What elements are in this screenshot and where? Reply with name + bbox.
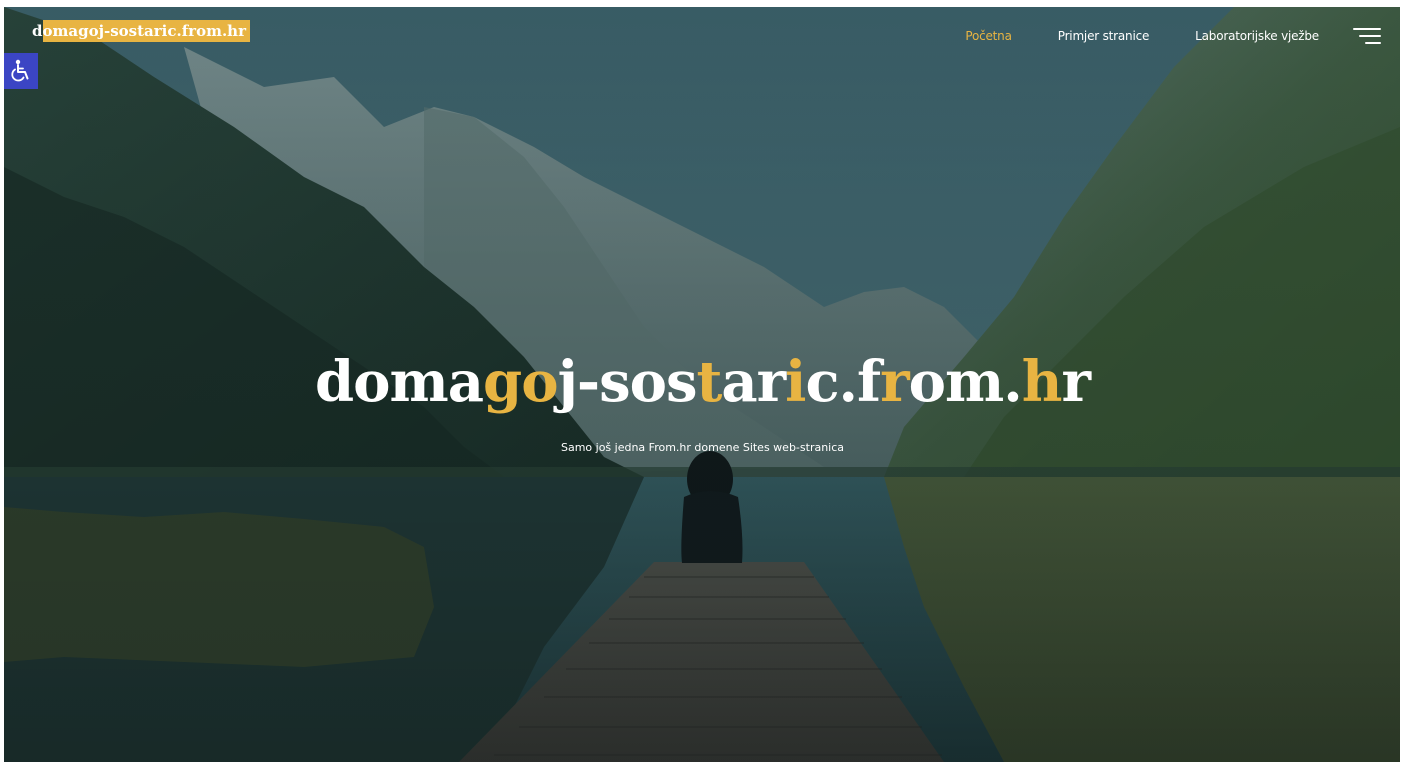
hero-title-part: ar bbox=[721, 349, 786, 415]
hero-title-part: -sos bbox=[576, 349, 698, 415]
hero-title-part: om. bbox=[908, 349, 1023, 415]
nav-item-laboratorijske-vjezbe[interactable]: Laboratorijske vježbe bbox=[1195, 29, 1319, 43]
nav-item-primjer-stranice[interactable]: Primjer stranice bbox=[1058, 29, 1150, 43]
nav-item-pocetna[interactable]: Početna bbox=[965, 29, 1012, 43]
menu-line-middle bbox=[1359, 35, 1381, 37]
hero-title-part-highlight: i bbox=[785, 349, 806, 415]
hero-title-part: j bbox=[557, 349, 578, 415]
hero-title-part: r bbox=[1061, 349, 1090, 415]
wheelchair-icon bbox=[11, 59, 29, 82]
page: domagoj-sostaric.from.hr Početna Primjer… bbox=[0, 0, 1405, 762]
menu-line-top bbox=[1353, 28, 1381, 30]
hamburger-menu-icon[interactable] bbox=[1353, 26, 1381, 46]
hero-title: domagoj-sostaric.from.hr bbox=[0, 342, 1405, 422]
hero-title-part-highlight: t bbox=[696, 349, 722, 415]
site-logo-link[interactable]: domagoj-sostaric.from.hr bbox=[28, 20, 250, 42]
hero-title-part-highlight: go bbox=[483, 349, 559, 415]
hero-title-part-highlight: h bbox=[1021, 349, 1063, 415]
main-navigation: Početna Primjer stranice Laboratorijske … bbox=[919, 24, 1381, 48]
hero-title-part-highlight: r bbox=[880, 349, 909, 415]
menu-line-bottom bbox=[1365, 42, 1381, 44]
hero-title-part: doma bbox=[315, 349, 484, 415]
accessibility-button[interactable] bbox=[4, 53, 38, 89]
hero-title-part: c.f bbox=[805, 349, 881, 415]
hero-subtitle: Samo još jedna From.hr domene Sites web-… bbox=[560, 441, 845, 454]
